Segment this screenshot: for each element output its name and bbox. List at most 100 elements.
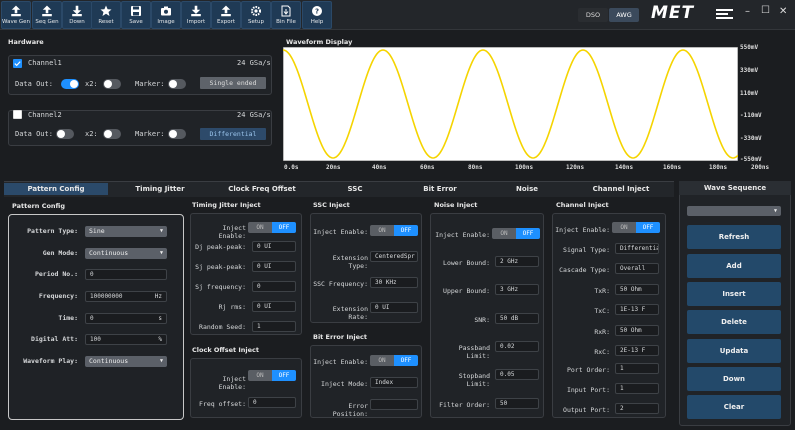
channel2-checkbox[interactable] [13,110,22,119]
be-off[interactable]: OFF [394,355,418,366]
tab-pattern-config[interactable]: Pattern Config [4,183,108,195]
ch1-mode-display[interactable]: Single ended [200,77,266,89]
tab-channel-inject[interactable]: Channel Inject [580,183,662,195]
seed-input[interactable]: 1 [252,321,296,332]
ch2-marker-toggle[interactable] [168,129,186,139]
sj-freq-input[interactable]: 0 [252,281,296,292]
co-off[interactable]: OFF [272,370,296,381]
output-port-input[interactable]: 2 [615,403,659,414]
stopband-input[interactable]: 0.05 [495,369,539,380]
awg-mode-button[interactable]: AWG [609,8,639,22]
tj-off[interactable]: OFF [272,222,296,233]
tab-noise[interactable]: Noise [492,183,562,195]
tab-clock-freq-offset[interactable]: Clock Freq Offset [212,183,312,195]
ch1-marker-toggle[interactable] [168,79,186,89]
ext-type-input[interactable]: CenteredSpr [370,251,418,262]
channel1-checkbox[interactable] [13,59,22,68]
digital-att-input[interactable]: 100% [85,334,167,345]
rxc-input[interactable]: 2E-13 F [615,345,659,356]
down-button[interactable]: Down [62,1,92,29]
refresh-button[interactable]: Refresh [687,225,781,249]
noise-off[interactable]: OFF [516,228,540,239]
ci-off[interactable]: OFF [636,222,660,233]
tj-on[interactable]: ON [248,222,272,233]
seq-gen-button[interactable]: Seq Gen [32,1,62,29]
delete-button[interactable]: Delete [687,310,781,334]
signal-type-input[interactable]: Differentia [615,243,659,254]
cascade-type-input[interactable]: Overall [615,263,659,274]
ssc-enable-switch[interactable]: ON OFF [370,225,418,236]
ch2-mode-display[interactable]: Differential [200,128,266,140]
down-sequence-button[interactable]: Down [687,367,781,391]
ci-on[interactable]: ON [612,222,636,233]
ch1-data-out-label: Data Out: [15,80,53,88]
waveform-play-select[interactable]: Continuous ▼ [85,356,167,367]
pattern-type-select[interactable]: Sine ▼ [85,226,167,237]
period-input[interactable]: 0 [85,269,167,280]
txc-input[interactable]: 1E-13 F [615,304,659,315]
noise-enable-switch[interactable]: ON OFF [492,228,540,239]
sequence-select[interactable]: ▼ [687,206,781,216]
dj-input[interactable]: 0 UI [252,241,296,252]
tj-enable-switch[interactable]: ON OFF [248,222,296,233]
noise-on[interactable]: ON [492,228,516,239]
sj-pp-input[interactable]: 0 UI [252,261,296,272]
filter-order-input[interactable]: 50 [495,398,539,409]
txr-input[interactable]: 50 Ohm [615,284,659,295]
tab-timing-jitter[interactable]: Timing Jitter [108,183,212,195]
time-input[interactable]: 0s [85,313,167,324]
image-button[interactable]: Image [151,1,181,29]
be-on[interactable]: ON [370,355,394,366]
ci-enable-switch[interactable]: ON OFF [612,222,660,233]
ch2-x2-toggle[interactable] [103,129,121,139]
passband-input[interactable]: 0.02 [495,341,539,352]
ch2-data-out-toggle[interactable] [56,129,74,139]
help-label: Help [310,19,324,25]
ch1-data-out-toggle[interactable] [61,79,79,89]
minimize-icon[interactable]: – [745,6,750,17]
snr-input[interactable]: 50 dB [495,313,539,324]
insert-button[interactable]: Insert [687,282,781,306]
input-port-input[interactable]: 1 [615,383,659,394]
setup-button[interactable]: Setup [241,1,271,29]
rxr-input[interactable]: 50 Ohm [615,325,659,336]
add-button[interactable]: Add [687,254,781,278]
camera-icon [161,6,171,16]
upper-bound-input[interactable]: 3 GHz [495,284,539,295]
be-enable-switch[interactable]: ON OFF [370,355,418,366]
gen-mode-select[interactable]: Continuous ▼ [85,248,167,259]
ch1-x2-toggle[interactable] [103,79,121,89]
clear-button[interactable]: Clear [687,395,781,419]
ssc-freq-input[interactable]: 30 KHz [370,277,418,288]
close-icon[interactable]: ✕ [779,6,787,17]
lower-bound-input[interactable]: 2 GHz [495,256,539,267]
co-enable-switch[interactable]: ON OFF [248,370,296,381]
ssc-on[interactable]: ON [370,225,394,236]
freq-offset-input[interactable]: 0 [248,397,296,408]
frequency-input[interactable]: 100000000 Hz [85,291,167,302]
export-button[interactable]: Export [211,1,241,29]
ext-rate-input[interactable]: 0 UI [370,302,418,313]
export-icon [221,5,231,17]
reset-button[interactable]: Reset [91,1,121,29]
ssc-off[interactable]: OFF [394,225,418,236]
wave-gen-button[interactable]: Wave Gen [1,1,31,29]
port-order-input[interactable]: 1 [615,363,659,374]
help-button[interactable]: ? Help [302,1,332,29]
tab-ssc[interactable]: SSC [320,183,390,195]
ch1-marker-label: Marker: [135,80,165,88]
tab-bit-error[interactable]: Bit Error [405,183,475,195]
rj-input[interactable]: 0 UI [252,301,296,312]
error-position-label: Error Position: [332,402,368,418]
save-button[interactable]: Save [121,1,151,29]
dso-mode-button[interactable]: DSO [578,8,608,22]
error-position-input[interactable] [370,399,418,410]
bin-file-button[interactable]: Bin File [271,1,301,29]
co-on[interactable]: ON [248,370,272,381]
updata-button[interactable]: Updata [687,339,781,363]
time-value: 0 [90,315,94,322]
inject-mode-input[interactable]: Index [370,377,418,388]
x-tick: 20ns [326,164,341,171]
import-button[interactable]: Import [181,1,211,29]
maximize-icon[interactable]: ☐ [761,5,770,16]
